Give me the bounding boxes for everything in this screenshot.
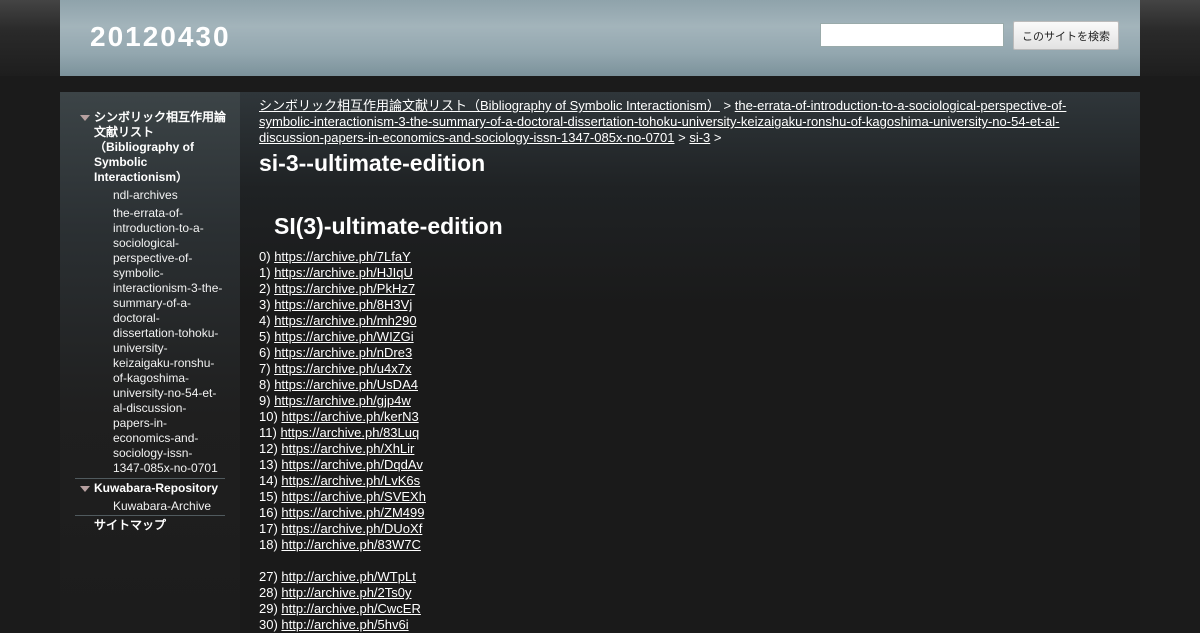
- item-number: 10): [259, 409, 278, 424]
- content-heading: SI(3)-ultimate-edition: [274, 213, 503, 239]
- list-item: 6) https://archive.ph/nDre3: [259, 345, 859, 361]
- archive-link[interactable]: https://archive.ph/7LfaY: [274, 249, 411, 264]
- archive-link[interactable]: https://archive.ph/DqdAv: [281, 457, 422, 472]
- sidebar-item-ndl-archives[interactable]: ndl-archives: [113, 188, 231, 203]
- item-number: 6): [259, 345, 271, 360]
- expand-arrow-icon[interactable]: [80, 486, 90, 492]
- archive-link[interactable]: http://archive.ph/2Ts0y: [281, 585, 411, 600]
- archive-link[interactable]: https://archive.ph/mh290: [274, 313, 416, 328]
- item-number: 13): [259, 457, 278, 472]
- list-item: 13) https://archive.ph/DqdAv: [259, 457, 859, 473]
- breadcrumb-separator: >: [723, 98, 732, 113]
- archive-link[interactable]: http://archive.ph/WTpLt: [281, 569, 415, 584]
- archive-link[interactable]: https://archive.ph/SVEXh: [281, 489, 426, 504]
- item-number: 11): [259, 425, 277, 440]
- list-item: 11) https://archive.ph/83Luq: [259, 425, 859, 441]
- list-item: 0) https://archive.ph/7LfaY: [259, 249, 859, 265]
- list-item: 14) https://archive.ph/LvK6s: [259, 473, 859, 489]
- list-item: 1) https://archive.ph/HJIqU: [259, 265, 859, 281]
- item-number: 7): [259, 361, 271, 376]
- archive-link[interactable]: https://archive.ph/nDre3: [274, 345, 412, 360]
- sidebar-divider: [75, 515, 225, 516]
- archive-link[interactable]: https://archive.ph/WIZGi: [274, 329, 413, 344]
- sidebar-divider: [75, 478, 225, 479]
- main-content: シンボリック相互作用論文献リスト（Bibliography of Symboli…: [240, 92, 1140, 633]
- item-number: 5): [259, 329, 271, 344]
- archive-link[interactable]: https://archive.ph/HJIqU: [274, 265, 413, 280]
- list-item: 4) https://archive.ph/mh290: [259, 313, 859, 329]
- list-item: 28) http://archive.ph/2Ts0y: [259, 585, 859, 601]
- list-item: 8) https://archive.ph/UsDA4: [259, 377, 859, 393]
- breadcrumb-link-si-3[interactable]: si-3: [689, 130, 710, 145]
- item-number: 27): [259, 569, 278, 584]
- breadcrumb: シンボリック相互作用論文献リスト（Bibliography of Symboli…: [259, 98, 1119, 146]
- list-item: 27) http://archive.ph/WTpLt: [259, 569, 859, 585]
- site-header: 20120430 このサイトを検索: [60, 0, 1140, 76]
- item-number: 0): [259, 249, 271, 264]
- breadcrumb-link-bibliography[interactable]: シンボリック相互作用論文献リスト（Bibliography of Symboli…: [259, 98, 720, 113]
- archive-link[interactable]: https://archive.ph/UsDA4: [274, 377, 418, 392]
- item-number: 8): [259, 377, 271, 392]
- list-item: 9) https://archive.ph/gjp4w: [259, 393, 859, 409]
- item-number: 12): [259, 441, 278, 456]
- archive-link[interactable]: https://archive.ph/83Luq: [280, 425, 419, 440]
- list-item: 15) https://archive.ph/SVEXh: [259, 489, 859, 505]
- item-number: 28): [259, 585, 278, 600]
- sidebar-item-kuwabara-archive[interactable]: Kuwabara-Archive: [113, 499, 231, 514]
- item-number: 4): [259, 313, 271, 328]
- item-number: 16): [259, 505, 278, 520]
- archive-link[interactable]: https://archive.ph/u4x7x: [274, 361, 411, 376]
- archive-link[interactable]: https://archive.ph/8H3Vj: [274, 297, 412, 312]
- sidebar-item-bibliography[interactable]: シンボリック相互作用論文献リスト（Bibliography of Symboli…: [94, 110, 226, 185]
- archive-link[interactable]: https://archive.ph/kerN3: [281, 409, 418, 424]
- page-title: si-3--ultimate-edition: [259, 150, 486, 176]
- search-button[interactable]: このサイトを検索: [1013, 21, 1119, 50]
- breadcrumb-separator: >: [678, 130, 686, 145]
- archive-link[interactable]: https://archive.ph/DUoXf: [281, 521, 422, 536]
- list-item: 30) http://archive.ph/5hv6i: [259, 617, 859, 633]
- item-number: 2): [259, 281, 271, 296]
- search-input[interactable]: [820, 23, 1004, 47]
- list-gap: [259, 553, 859, 569]
- archive-link[interactable]: https://archive.ph/LvK6s: [281, 473, 420, 488]
- list-item: 10) https://archive.ph/kerN3: [259, 409, 859, 425]
- item-number: 17): [259, 521, 278, 536]
- expand-arrow-icon[interactable]: [80, 115, 90, 121]
- list-item: 29) http://archive.ph/CwcER: [259, 601, 859, 617]
- list-item: 12) https://archive.ph/XhLir: [259, 441, 859, 457]
- archive-link[interactable]: https://archive.ph/XhLir: [281, 441, 414, 456]
- item-number: 14): [259, 473, 278, 488]
- list-item: 7) https://archive.ph/u4x7x: [259, 361, 859, 377]
- item-number: 9): [259, 393, 271, 408]
- archive-link-list: 0) https://archive.ph/7LfaY 1) https://a…: [259, 249, 859, 633]
- site-title[interactable]: 20120430: [90, 21, 231, 53]
- archive-link[interactable]: https://archive.ph/ZM499: [281, 505, 424, 520]
- archive-link[interactable]: https://archive.ph/PkHz7: [274, 281, 415, 296]
- item-number: 29): [259, 601, 278, 616]
- archive-link[interactable]: http://archive.ph/CwcER: [281, 601, 420, 616]
- item-number: 3): [259, 297, 271, 312]
- list-item: 18) http://archive.ph/83W7C: [259, 537, 859, 553]
- breadcrumb-separator: >: [713, 130, 722, 145]
- item-number: 15): [259, 489, 278, 504]
- archive-link[interactable]: https://archive.ph/gjp4w: [274, 393, 411, 408]
- sidebar-item-errata[interactable]: the-errata-of-introduction-to-a-sociolog…: [113, 206, 231, 476]
- list-item: 17) https://archive.ph/DUoXf: [259, 521, 859, 537]
- list-item: 16) https://archive.ph/ZM499: [259, 505, 859, 521]
- sidebar: シンボリック相互作用論文献リスト（Bibliography of Symboli…: [60, 92, 240, 630]
- sidebar-item-kuwabara-repository[interactable]: Kuwabara-Repository: [94, 481, 226, 496]
- archive-link[interactable]: http://archive.ph/83W7C: [281, 537, 420, 552]
- list-item: 5) https://archive.ph/WIZGi: [259, 329, 859, 345]
- sidebar-item-sitemap[interactable]: サイトマップ: [94, 518, 226, 533]
- item-number: 18): [259, 537, 278, 552]
- list-item: 3) https://archive.ph/8H3Vj: [259, 297, 859, 313]
- list-item: 2) https://archive.ph/PkHz7: [259, 281, 859, 297]
- item-number: 1): [259, 265, 271, 280]
